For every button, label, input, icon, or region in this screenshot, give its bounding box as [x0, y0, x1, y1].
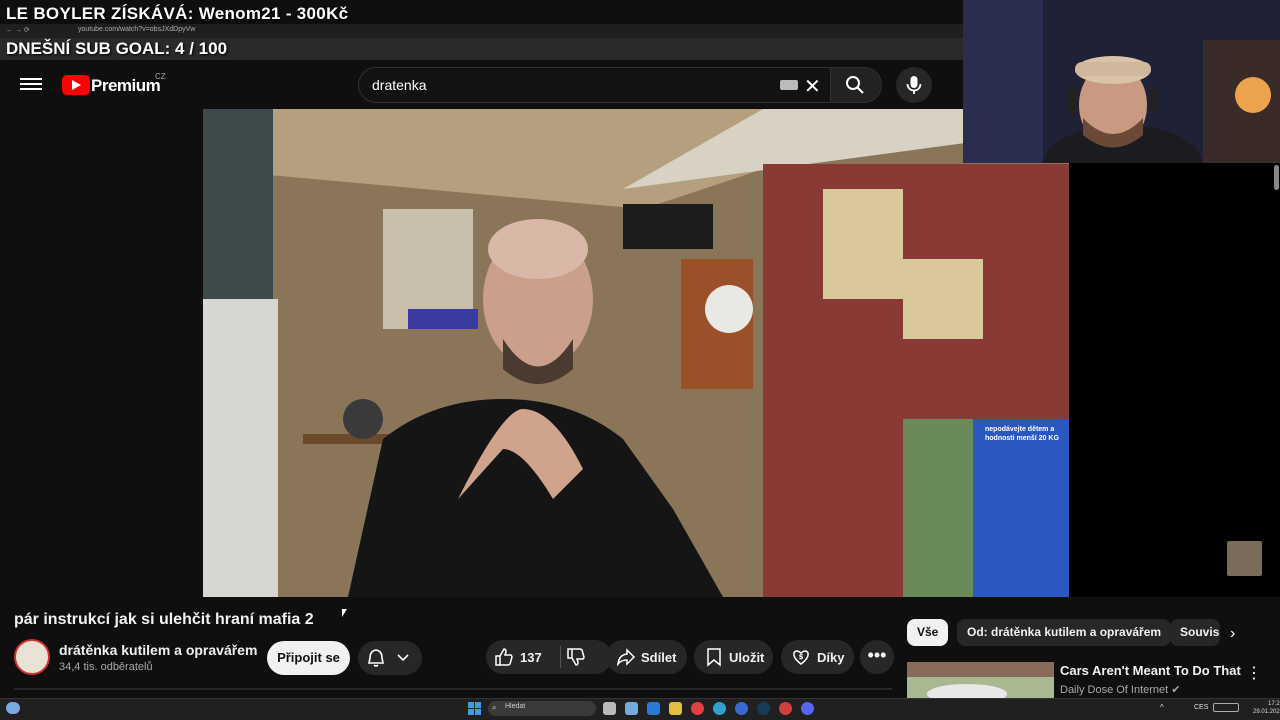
right-panel-background: [1069, 163, 1280, 597]
recommended-thumbnail[interactable]: [907, 662, 1054, 700]
recommended-channel[interactable]: Daily Dose Of Internet ✔: [1060, 683, 1181, 696]
channel-watermark[interactable]: [1227, 541, 1262, 576]
save-label: Uložit: [729, 650, 765, 665]
clock[interactable]: 17:25 29.01.2026: [1253, 700, 1280, 716]
region-code: CZ: [155, 72, 166, 81]
channel-name[interactable]: drátěnka kutilem a opravářem: [59, 642, 257, 658]
recommended-channel-name[interactable]: Daily Dose Of Internet: [1060, 684, 1168, 696]
channel-avatar[interactable]: [14, 639, 50, 675]
browser-url[interactable]: youtube.com/watch?v=obsJXdDpyVw: [78, 26, 195, 33]
more-actions-icon[interactable]: •••: [860, 640, 894, 674]
search-input[interactable]: [358, 67, 831, 103]
like-count[interactable]: 137: [520, 650, 542, 665]
store-icon[interactable]: [647, 702, 660, 715]
task-view-icon[interactable]: [603, 702, 616, 715]
system-tray-icons[interactable]: [1213, 703, 1239, 712]
share-icon: [616, 648, 636, 667]
share-button[interactable]: Sdílet: [606, 640, 687, 674]
chip-from-channel[interactable]: Od: drátěnka kutilem a opravářem: [957, 619, 1172, 646]
description-edge: [14, 688, 892, 690]
menu-icon[interactable]: [20, 75, 42, 95]
sub-goal-text: DNEŠNÍ SUB GOAL: 4 / 100: [6, 39, 228, 58]
thanks-label: Díky: [817, 650, 845, 665]
tray-chevron-icon[interactable]: ^: [1160, 703, 1164, 712]
youtube-logo-icon[interactable]: [62, 75, 90, 95]
webcam-image: [963, 0, 1280, 163]
browser-nav-icons[interactable]: ← → ⟳: [6, 26, 30, 34]
clock-date: 29.01.2026: [1253, 709, 1280, 715]
search-icon[interactable]: [845, 75, 865, 95]
svg-text:$: $: [799, 653, 804, 661]
windows-start-icon[interactable]: [468, 702, 481, 715]
video-frame: [203, 109, 1069, 597]
thanks-button[interactable]: $ Díky: [781, 640, 854, 674]
discord-icon[interactable]: [801, 702, 814, 715]
chevron-right-icon[interactable]: ›: [1230, 625, 1235, 643]
save-button[interactable]: Uložit: [694, 640, 773, 674]
donation-alert: LE BOYLER ZÍSKÁVÁ: Wenom21 - 300Kč: [6, 4, 349, 23]
like-dislike-group: 137: [486, 640, 612, 674]
clear-search-icon[interactable]: ✕: [804, 74, 821, 99]
subscriber-count: 34,4 tis. odběratelů: [59, 661, 153, 673]
recommended-title[interactable]: Cars Aren't Meant To Do That: [1060, 663, 1241, 678]
taskbar-search-icon: ⌕: [492, 703, 497, 712]
sign-text: nepodávejte dětem a hodnosti menší 20 KG: [985, 426, 1059, 442]
windows-taskbar: [0, 698, 1280, 720]
like-icon[interactable]: [494, 647, 514, 667]
bell-icon: [368, 649, 384, 667]
widgets-icon[interactable]: [625, 702, 638, 715]
browser-address-bar[interactable]: ← → ⟳ youtube.com/watch?v=obsJXdDpyVw: [0, 24, 963, 38]
mouse-cursor-icon: [342, 609, 347, 617]
keyboard-icon[interactable]: [780, 80, 798, 90]
share-label: Sdílet: [641, 650, 677, 665]
streamer-webcam: [963, 0, 1280, 163]
steam-icon[interactable]: [757, 702, 770, 715]
premium-brand[interactable]: Premium: [91, 76, 161, 96]
verified-icon: ✔: [1171, 684, 1181, 696]
app-icon[interactable]: [735, 702, 748, 715]
recommended-more-icon[interactable]: ⋮: [1246, 663, 1262, 683]
bookmark-icon: [707, 648, 721, 667]
microphone-icon: [906, 76, 922, 94]
explorer-icon[interactable]: [669, 702, 682, 715]
language-indicator[interactable]: CES: [1194, 704, 1208, 711]
dislike-icon[interactable]: [566, 647, 586, 667]
search-query[interactable]: dratenka: [372, 77, 426, 93]
voice-search-button[interactable]: [896, 67, 932, 103]
scrollbar[interactable]: [1274, 165, 1279, 190]
weather-icon[interactable]: [6, 702, 20, 714]
notifications-button[interactable]: [358, 641, 422, 675]
video-player[interactable]: nepodávejte dětem a hodnosti menší 20 KG: [203, 109, 1069, 597]
taskbar-search-placeholder: Hledat: [505, 703, 526, 710]
clock-time: 17:25: [1268, 701, 1280, 707]
like-divider: [560, 646, 561, 668]
chip-all[interactable]: Vše: [907, 619, 949, 646]
chrome-icon[interactable]: [691, 702, 704, 715]
obs-icon[interactable]: [779, 702, 792, 715]
heart-dollar-icon: $: [793, 650, 809, 665]
join-button[interactable]: Připojit se: [267, 641, 350, 675]
video-title: pár instrukcí jak si ulehčit hraní mafia…: [14, 611, 314, 628]
thumbnail-image: [907, 662, 1054, 700]
chevron-down-icon: [397, 654, 409, 662]
chip-related[interactable]: Související: [1170, 619, 1220, 646]
edge-icon[interactable]: [713, 702, 726, 715]
